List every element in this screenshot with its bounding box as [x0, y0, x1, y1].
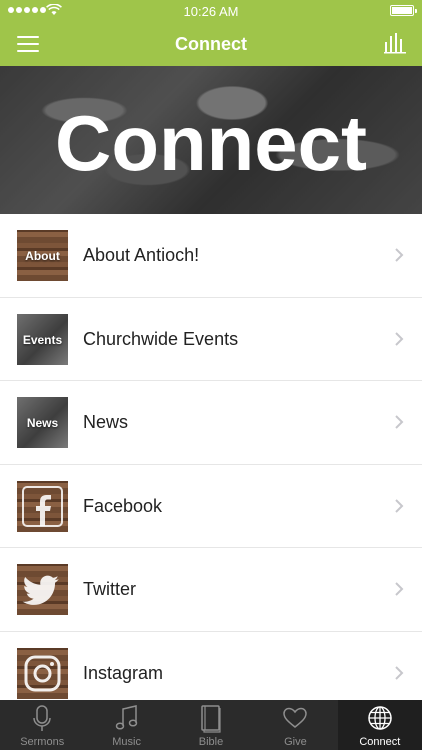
bar-chart-icon[interactable]: [384, 32, 406, 54]
thumbnail-label: About: [25, 249, 60, 263]
music-note-icon: [115, 705, 137, 730]
tab-bible[interactable]: Bible: [169, 700, 253, 750]
tab-label: Give: [284, 736, 307, 748]
chevron-right-icon: [395, 498, 404, 513]
tab-music[interactable]: Music: [84, 700, 168, 750]
news-thumbnail: News: [17, 397, 68, 448]
list-item-label: News: [83, 412, 129, 432]
status-bar: 10:26 AM: [0, 0, 422, 22]
book-icon: [201, 705, 221, 733]
connect-list: About About Antioch! Events Churchwide E…: [0, 214, 422, 715]
status-time: 10:26 AM: [183, 4, 239, 19]
list-item-label: Instagram: [83, 662, 164, 683]
list-item-facebook[interactable]: Facebook: [0, 465, 422, 548]
heart-icon: [283, 707, 308, 728]
facebook-icon: [22, 485, 63, 527]
tab-bar: Sermons Music Bible Give Connect: [0, 700, 422, 750]
thumbnail-label: News: [26, 416, 59, 430]
list-item-label: Churchwide Events: [83, 328, 239, 349]
list-item-label: Facebook: [83, 495, 163, 516]
chevron-right-icon: [395, 331, 404, 346]
list-item-events[interactable]: Events Churchwide Events: [0, 298, 422, 381]
tab-label: Connect: [359, 736, 401, 748]
globe-icon: [368, 706, 392, 730]
instagram-icon: [24, 655, 61, 691]
facebook-thumbnail: [17, 480, 68, 532]
events-thumbnail: Events: [17, 313, 68, 365]
battery-icon: [390, 5, 417, 16]
about-thumbnail: About: [17, 230, 68, 281]
tab-label: Sermons: [20, 736, 65, 748]
chevron-right-icon: [395, 665, 404, 680]
chevron-right-icon: [395, 415, 404, 429]
tab-sermons[interactable]: Sermons: [0, 700, 84, 750]
microphone-icon: [33, 705, 51, 731]
hero-banner: Connect: [0, 66, 422, 214]
thumbnail-label: Events: [22, 332, 63, 347]
list-item-news[interactable]: News News: [0, 381, 422, 465]
twitter-bird-icon: [22, 575, 60, 605]
list-item-label: About Antioch!: [83, 245, 200, 265]
tab-label: Bible: [198, 736, 224, 748]
hero-title: Connect: [55, 99, 367, 187]
tab-give[interactable]: Give: [253, 700, 337, 750]
top-bar: 10:26 AM Connect: [0, 0, 422, 66]
tab-label: Music: [112, 736, 141, 748]
page-title: Connect: [175, 34, 247, 54]
twitter-thumbnail: [17, 564, 68, 615]
list-item-about[interactable]: About About Antioch!: [0, 214, 422, 298]
list-item-label: Twitter: [83, 579, 137, 599]
chevron-right-icon: [395, 248, 404, 262]
chevron-right-icon: [395, 582, 404, 596]
instagram-thumbnail: [17, 647, 68, 699]
tab-connect[interactable]: Connect: [337, 700, 422, 750]
list-item-twitter[interactable]: Twitter: [0, 548, 422, 632]
nav-bar: Connect: [0, 22, 422, 66]
